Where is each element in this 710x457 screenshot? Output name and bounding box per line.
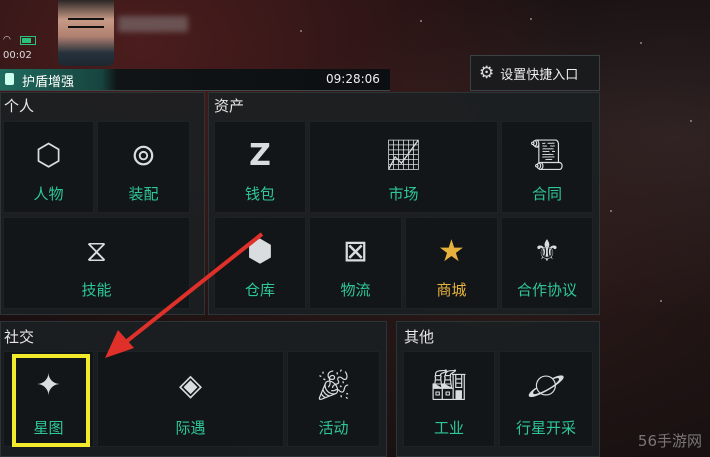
watermark: 56手游网 bbox=[637, 432, 702, 450]
red-arrow-annotation bbox=[105, 232, 264, 358]
